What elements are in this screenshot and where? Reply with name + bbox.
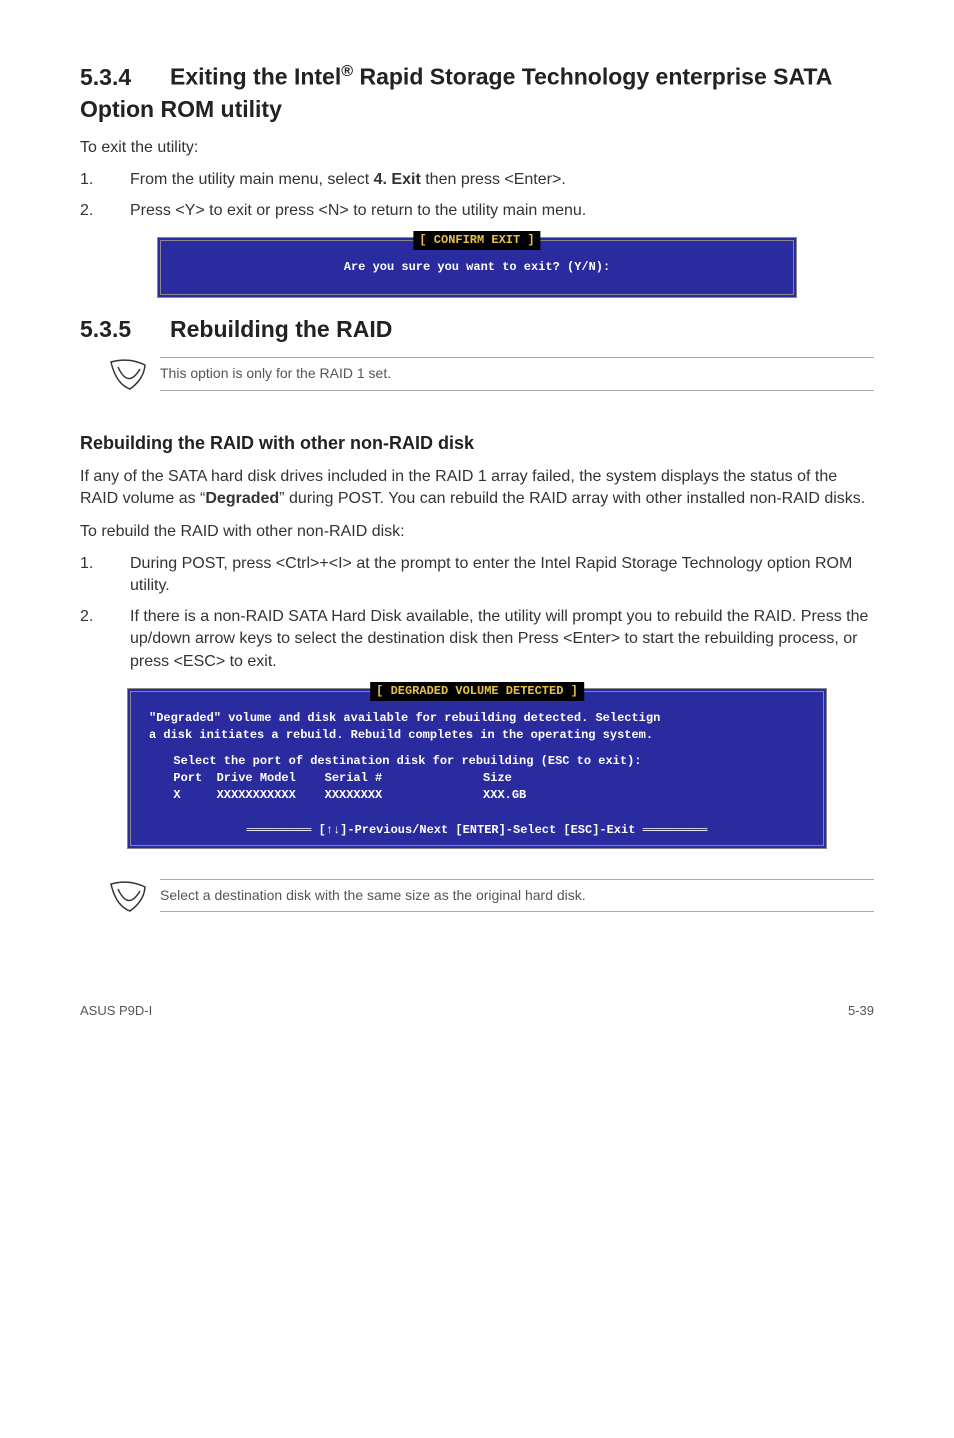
step-number: 1. [80, 553, 130, 575]
para-text-bold: Degraded [205, 490, 279, 507]
step-number: 1. [80, 169, 130, 191]
step-text: If there is a non-RAID SATA Hard Disk av… [130, 608, 868, 670]
list-item: 2.If there is a non-RAID SATA Hard Disk … [80, 606, 874, 673]
step-text: Press <Y> to exit or press <N> to return… [130, 202, 586, 219]
terminal-select-block: Select the port of destination disk for … [159, 753, 805, 803]
paragraph: If any of the SATA hard disk drives incl… [80, 466, 874, 511]
section-heading-535: 5.3.5Rebuilding the RAID [80, 313, 874, 345]
list-item: 1.During POST, press <Ctrl>+<I> at the p… [80, 553, 874, 598]
section-heading-534: 5.3.4Exiting the Intel® Rapid Storage Te… [80, 60, 874, 125]
page-footer: ASUS P9D-I 5-39 [80, 1002, 874, 1020]
note-block: Select a destination disk with the same … [80, 879, 874, 922]
terminal-confirm-exit: [ CONFIRM EXIT ] Are you sure you want t… [157, 237, 797, 298]
terminal-degraded-volume: [ DEGRADED VOLUME DETECTED ] "Degraded" … [127, 688, 827, 849]
intro-text: To exit the utility: [80, 137, 874, 159]
terminal-footer-text: [↑↓]-Previous/Next [ENTER]-Select [ESC]-… [319, 823, 636, 837]
section-number: 5.3.5 [80, 313, 170, 345]
step-text-c: then press <Enter>. [421, 171, 566, 188]
section-number: 5.3.4 [80, 61, 170, 93]
list-item: 1.From the utility main menu, select 4. … [80, 169, 874, 191]
footer-left: ASUS P9D-I [80, 1002, 152, 1020]
subheading: Rebuilding the RAID with other non-RAID … [80, 431, 874, 456]
section-title: Rebuilding the RAID [170, 316, 392, 342]
list-item: 2.Press <Y> to exit or press <N> to retu… [80, 200, 874, 222]
step-text-bold: 4. Exit [374, 171, 421, 188]
note-icon [108, 359, 148, 400]
terminal-title: [ CONFIRM EXIT ] [413, 231, 540, 250]
terminal-title: [ DEGRADED VOLUME DETECTED ] [370, 682, 584, 701]
note-icon [108, 881, 148, 922]
section-title-p1: Exiting the Intel [170, 64, 341, 90]
step-number: 2. [80, 606, 130, 628]
terminal-footer: ═════════ [↑↓]-Previous/Next [ENTER]-Sel… [149, 822, 805, 839]
step-text: During POST, press <Ctrl>+<I> at the pro… [130, 555, 852, 594]
terminal-line: "Degraded" volume and disk available for… [149, 710, 805, 727]
note-text: This option is only for the RAID 1 set. [160, 357, 874, 391]
registered-mark: ® [341, 62, 353, 80]
step-number: 2. [80, 200, 130, 222]
paragraph: To rebuild the RAID with other non-RAID … [80, 521, 874, 543]
footer-right: 5-39 [848, 1002, 874, 1020]
terminal-body: Are you sure you want to exit? (Y/N): [175, 259, 779, 276]
note-text: Select a destination disk with the same … [160, 879, 874, 913]
terminal-line: a disk initiates a rebuild. Rebuild comp… [149, 727, 805, 744]
step-text-a: From the utility main menu, select [130, 171, 374, 188]
note-block: This option is only for the RAID 1 set. [80, 357, 874, 400]
para-text-c: ” during POST. You can rebuild the RAID … [279, 490, 865, 507]
